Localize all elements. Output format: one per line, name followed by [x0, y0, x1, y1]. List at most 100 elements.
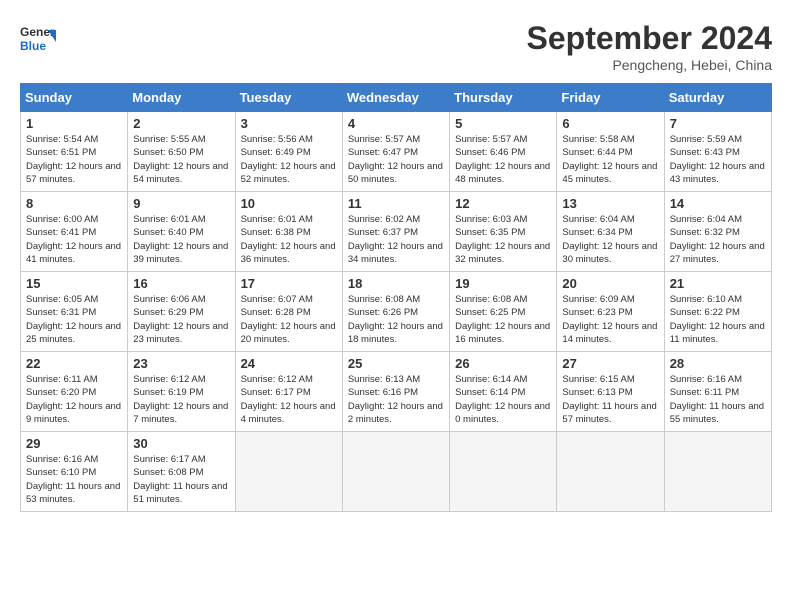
day-info: Sunrise: 6:12 AM Sunset: 6:19 PM Dayligh… — [133, 373, 229, 426]
day-number: 15 — [26, 276, 122, 291]
day-info: Sunrise: 6:16 AM Sunset: 6:11 PM Dayligh… — [670, 373, 766, 426]
day-info: Sunrise: 5:54 AM Sunset: 6:51 PM Dayligh… — [26, 133, 122, 186]
day-number: 3 — [241, 116, 337, 131]
svg-text:Blue: Blue — [20, 39, 46, 53]
day-number: 12 — [455, 196, 551, 211]
day-info: Sunrise: 5:58 AM Sunset: 6:44 PM Dayligh… — [562, 133, 658, 186]
day-info: Sunrise: 6:13 AM Sunset: 6:16 PM Dayligh… — [348, 373, 444, 426]
calendar-table: Sunday Monday Tuesday Wednesday Thursday… — [20, 83, 772, 512]
day-info: Sunrise: 6:12 AM Sunset: 6:17 PM Dayligh… — [241, 373, 337, 426]
day-info: Sunrise: 6:17 AM Sunset: 6:08 PM Dayligh… — [133, 453, 229, 506]
day-cell-14: 14 Sunrise: 6:04 AM Sunset: 6:32 PM Dayl… — [664, 192, 771, 272]
empty-cell — [342, 432, 449, 512]
day-cell-30: 30 Sunrise: 6:17 AM Sunset: 6:08 PM Dayl… — [128, 432, 235, 512]
day-cell-20: 20 Sunrise: 6:09 AM Sunset: 6:23 PM Dayl… — [557, 272, 664, 352]
calendar-row: 8 Sunrise: 6:00 AM Sunset: 6:41 PM Dayli… — [21, 192, 772, 272]
day-cell-19: 19 Sunrise: 6:08 AM Sunset: 6:25 PM Dayl… — [450, 272, 557, 352]
day-cell-15: 15 Sunrise: 6:05 AM Sunset: 6:31 PM Dayl… — [21, 272, 128, 352]
day-number: 26 — [455, 356, 551, 371]
day-info: Sunrise: 6:03 AM Sunset: 6:35 PM Dayligh… — [455, 213, 551, 266]
day-number: 19 — [455, 276, 551, 291]
logo: General Blue — [20, 20, 56, 56]
day-number: 18 — [348, 276, 444, 291]
day-number: 25 — [348, 356, 444, 371]
calendar-row: 22 Sunrise: 6:11 AM Sunset: 6:20 PM Dayl… — [21, 352, 772, 432]
day-info: Sunrise: 6:08 AM Sunset: 6:26 PM Dayligh… — [348, 293, 444, 346]
day-info: Sunrise: 6:04 AM Sunset: 6:34 PM Dayligh… — [562, 213, 658, 266]
day-info: Sunrise: 6:01 AM Sunset: 6:38 PM Dayligh… — [241, 213, 337, 266]
day-info: Sunrise: 5:59 AM Sunset: 6:43 PM Dayligh… — [670, 133, 766, 186]
day-number: 13 — [562, 196, 658, 211]
day-number: 20 — [562, 276, 658, 291]
day-number: 5 — [455, 116, 551, 131]
col-sunday: Sunday — [21, 84, 128, 112]
day-info: Sunrise: 6:14 AM Sunset: 6:14 PM Dayligh… — [455, 373, 551, 426]
calendar-header-row: Sunday Monday Tuesday Wednesday Thursday… — [21, 84, 772, 112]
day-cell-5: 5 Sunrise: 5:57 AM Sunset: 6:46 PM Dayli… — [450, 112, 557, 192]
day-info: Sunrise: 6:07 AM Sunset: 6:28 PM Dayligh… — [241, 293, 337, 346]
day-info: Sunrise: 5:57 AM Sunset: 6:46 PM Dayligh… — [455, 133, 551, 186]
month-year-title: September 2024 — [527, 20, 772, 57]
day-info: Sunrise: 5:57 AM Sunset: 6:47 PM Dayligh… — [348, 133, 444, 186]
day-cell-28: 28 Sunrise: 6:16 AM Sunset: 6:11 PM Dayl… — [664, 352, 771, 432]
day-info: Sunrise: 6:04 AM Sunset: 6:32 PM Dayligh… — [670, 213, 766, 266]
day-info: Sunrise: 6:15 AM Sunset: 6:13 PM Dayligh… — [562, 373, 658, 426]
empty-cell — [557, 432, 664, 512]
calendar-row: 15 Sunrise: 6:05 AM Sunset: 6:31 PM Dayl… — [21, 272, 772, 352]
day-cell-16: 16 Sunrise: 6:06 AM Sunset: 6:29 PM Dayl… — [128, 272, 235, 352]
day-number: 29 — [26, 436, 122, 451]
day-cell-24: 24 Sunrise: 6:12 AM Sunset: 6:17 PM Dayl… — [235, 352, 342, 432]
day-info: Sunrise: 6:08 AM Sunset: 6:25 PM Dayligh… — [455, 293, 551, 346]
day-number: 21 — [670, 276, 766, 291]
col-friday: Friday — [557, 84, 664, 112]
calendar-row: 29 Sunrise: 6:16 AM Sunset: 6:10 PM Dayl… — [21, 432, 772, 512]
day-info: Sunrise: 6:09 AM Sunset: 6:23 PM Dayligh… — [562, 293, 658, 346]
location-subtitle: Pengcheng, Hebei, China — [527, 57, 772, 73]
day-number: 17 — [241, 276, 337, 291]
page-header: General Blue September 2024 Pengcheng, H… — [20, 20, 772, 73]
day-cell-17: 17 Sunrise: 6:07 AM Sunset: 6:28 PM Dayl… — [235, 272, 342, 352]
day-cell-26: 26 Sunrise: 6:14 AM Sunset: 6:14 PM Dayl… — [450, 352, 557, 432]
day-number: 1 — [26, 116, 122, 131]
empty-cell — [664, 432, 771, 512]
day-cell-25: 25 Sunrise: 6:13 AM Sunset: 6:16 PM Dayl… — [342, 352, 449, 432]
day-number: 9 — [133, 196, 229, 211]
day-cell-10: 10 Sunrise: 6:01 AM Sunset: 6:38 PM Dayl… — [235, 192, 342, 272]
col-saturday: Saturday — [664, 84, 771, 112]
day-info: Sunrise: 6:00 AM Sunset: 6:41 PM Dayligh… — [26, 213, 122, 266]
day-number: 8 — [26, 196, 122, 211]
day-info: Sunrise: 5:55 AM Sunset: 6:50 PM Dayligh… — [133, 133, 229, 186]
day-number: 7 — [670, 116, 766, 131]
day-info: Sunrise: 6:01 AM Sunset: 6:40 PM Dayligh… — [133, 213, 229, 266]
day-cell-9: 9 Sunrise: 6:01 AM Sunset: 6:40 PM Dayli… — [128, 192, 235, 272]
day-cell-3: 3 Sunrise: 5:56 AM Sunset: 6:49 PM Dayli… — [235, 112, 342, 192]
day-number: 27 — [562, 356, 658, 371]
day-cell-21: 21 Sunrise: 6:10 AM Sunset: 6:22 PM Dayl… — [664, 272, 771, 352]
day-cell-11: 11 Sunrise: 6:02 AM Sunset: 6:37 PM Dayl… — [342, 192, 449, 272]
day-number: 24 — [241, 356, 337, 371]
day-cell-22: 22 Sunrise: 6:11 AM Sunset: 6:20 PM Dayl… — [21, 352, 128, 432]
day-info: Sunrise: 6:05 AM Sunset: 6:31 PM Dayligh… — [26, 293, 122, 346]
day-cell-12: 12 Sunrise: 6:03 AM Sunset: 6:35 PM Dayl… — [450, 192, 557, 272]
general-blue-logo-icon: General Blue — [20, 20, 56, 56]
day-number: 28 — [670, 356, 766, 371]
day-cell-2: 2 Sunrise: 5:55 AM Sunset: 6:50 PM Dayli… — [128, 112, 235, 192]
day-number: 4 — [348, 116, 444, 131]
day-info: Sunrise: 6:02 AM Sunset: 6:37 PM Dayligh… — [348, 213, 444, 266]
day-number: 22 — [26, 356, 122, 371]
day-cell-6: 6 Sunrise: 5:58 AM Sunset: 6:44 PM Dayli… — [557, 112, 664, 192]
day-info: Sunrise: 6:10 AM Sunset: 6:22 PM Dayligh… — [670, 293, 766, 346]
day-number: 11 — [348, 196, 444, 211]
title-section: September 2024 Pengcheng, Hebei, China — [527, 20, 772, 73]
day-number: 2 — [133, 116, 229, 131]
empty-cell — [450, 432, 557, 512]
day-cell-13: 13 Sunrise: 6:04 AM Sunset: 6:34 PM Dayl… — [557, 192, 664, 272]
day-number: 16 — [133, 276, 229, 291]
day-number: 30 — [133, 436, 229, 451]
col-monday: Monday — [128, 84, 235, 112]
calendar-row: 1 Sunrise: 5:54 AM Sunset: 6:51 PM Dayli… — [21, 112, 772, 192]
day-cell-18: 18 Sunrise: 6:08 AM Sunset: 6:26 PM Dayl… — [342, 272, 449, 352]
day-cell-23: 23 Sunrise: 6:12 AM Sunset: 6:19 PM Dayl… — [128, 352, 235, 432]
day-cell-8: 8 Sunrise: 6:00 AM Sunset: 6:41 PM Dayli… — [21, 192, 128, 272]
day-info: Sunrise: 5:56 AM Sunset: 6:49 PM Dayligh… — [241, 133, 337, 186]
